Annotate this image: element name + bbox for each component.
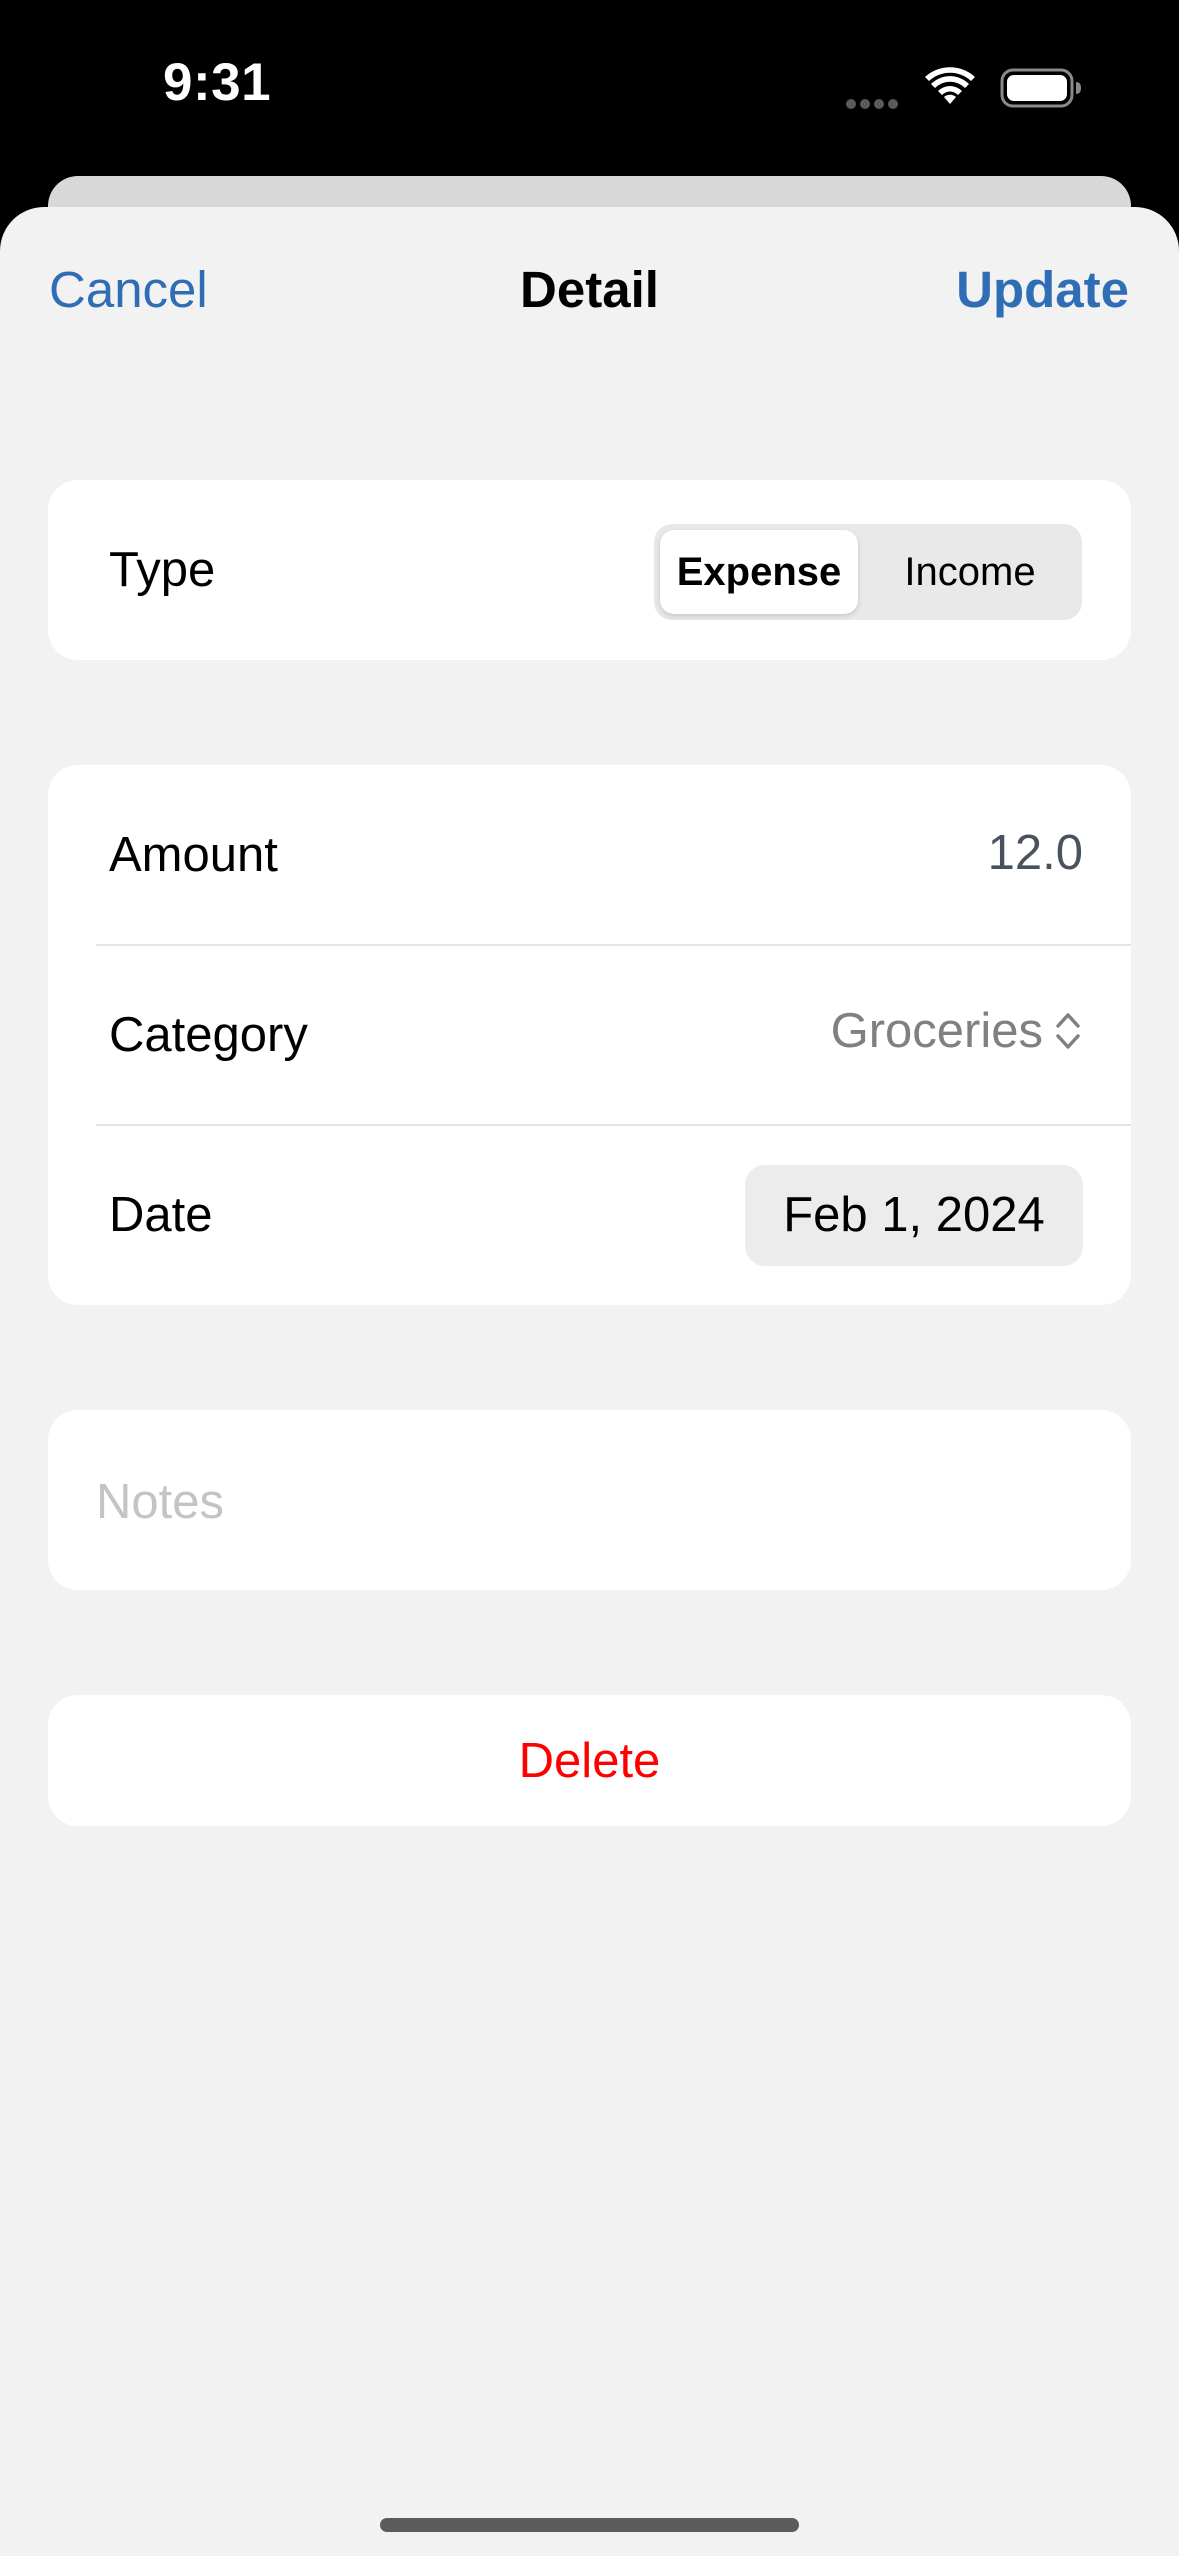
type-label: Type <box>109 543 216 597</box>
amount-field[interactable] <box>683 825 1083 881</box>
category-value: Groceries <box>830 1004 1043 1058</box>
date-row: Date Feb 1, 2024 <box>48 1125 1131 1305</box>
update-button[interactable]: Update <box>956 260 1129 319</box>
notes-field[interactable]: Notes <box>96 1474 1076 1530</box>
type-segmented-control: Expense Income <box>654 524 1082 620</box>
status-time: 9:31 <box>163 53 272 112</box>
amount-label: Amount <box>109 828 278 882</box>
category-row: Category Groceries <box>48 945 1131 1125</box>
cellular-signal-icon <box>846 96 904 109</box>
date-label: Date <box>109 1188 213 1242</box>
status-bar: 9:31 <box>0 0 1179 175</box>
category-label: Category <box>109 1008 308 1062</box>
category-picker[interactable]: Groceries <box>831 1003 1083 1059</box>
delete-button[interactable]: Delete <box>48 1695 1131 1826</box>
home-indicator[interactable] <box>380 2518 799 2532</box>
battery-icon <box>1000 68 1081 108</box>
segment-income[interactable]: Income <box>864 530 1076 614</box>
details-section: Amount Category Groceries Date Feb 1, 20… <box>48 765 1131 1305</box>
type-section: Type Expense Income <box>48 480 1131 660</box>
screen: 9:31 Cancel Detail Update Type Expense I… <box>0 0 1179 2556</box>
segment-expense[interactable]: Expense <box>660 530 858 614</box>
date-picker-button[interactable]: Feb 1, 2024 <box>745 1165 1083 1266</box>
notes-section[interactable]: Notes <box>48 1410 1131 1590</box>
amount-row: Amount <box>48 765 1131 945</box>
delete-label: Delete <box>518 1734 661 1788</box>
chevron-up-down-icon <box>1056 1013 1080 1049</box>
wifi-icon <box>925 67 975 104</box>
